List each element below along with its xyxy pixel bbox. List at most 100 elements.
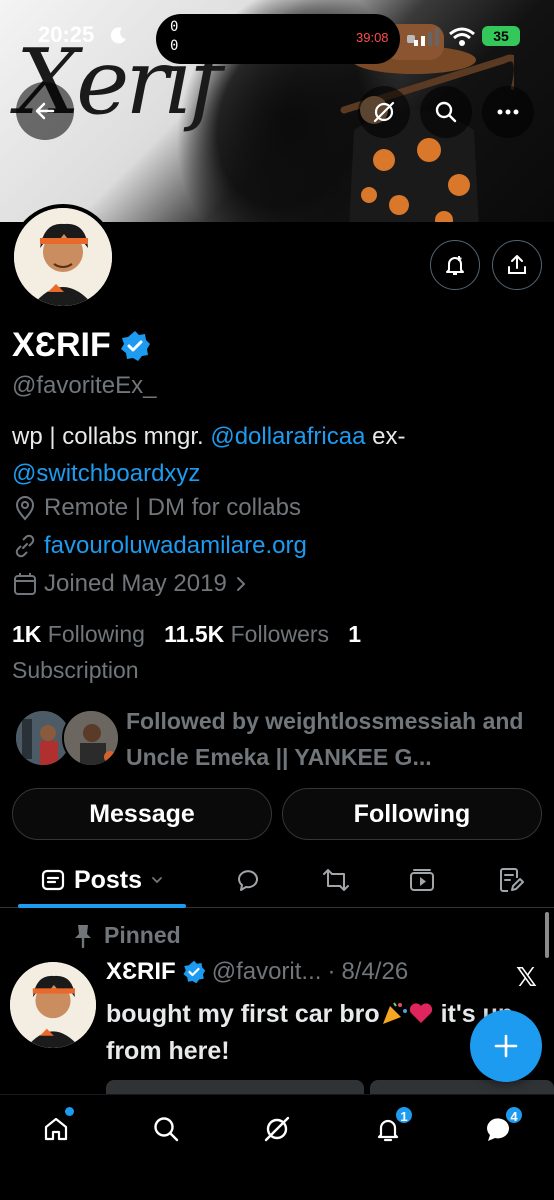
moon-icon xyxy=(110,27,126,44)
website-row: favouroluwadamilare.org xyxy=(12,532,307,560)
website-link[interactable]: favouroluwadamilare.org xyxy=(44,532,307,560)
wifi-icon xyxy=(449,27,475,46)
cellular-signal-icon xyxy=(414,28,439,46)
tab-articles[interactable] xyxy=(488,852,532,908)
following-stat[interactable]: 1K Following xyxy=(12,621,145,647)
joined-row[interactable]: Joined May 2019 xyxy=(12,570,249,598)
post-author-handle: @favorit... xyxy=(211,958,322,985)
nav-grok[interactable] xyxy=(257,1109,297,1149)
scrollbar[interactable] xyxy=(545,912,549,958)
followers-stat[interactable]: 11.5K Followers xyxy=(164,621,329,647)
search-icon xyxy=(154,1117,179,1142)
tab-reposts[interactable] xyxy=(314,852,358,908)
post-header: XƐRIF @favorit... · 8/4/26 xyxy=(106,958,408,986)
location-text: Remote | DM for collabs xyxy=(44,494,301,521)
followers-label: Followers xyxy=(230,621,330,647)
profile-avatar[interactable] xyxy=(10,204,116,310)
subscription-count: 1 xyxy=(348,621,362,647)
followers-count: 11.5K xyxy=(164,621,225,647)
display-name: XƐRIF xyxy=(12,326,111,364)
post-text-part-1: bought my first car bro xyxy=(106,1000,380,1028)
more-dots-icon xyxy=(497,109,519,115)
followed-by-text: Followed by weightlossmessiah and Uncle … xyxy=(126,708,524,770)
nav-messages[interactable]: 4 xyxy=(478,1105,524,1149)
more-options-button[interactable] xyxy=(482,86,534,138)
nav-notifications[interactable]: 1 xyxy=(368,1105,414,1149)
video-icon xyxy=(410,869,434,891)
plus-icon xyxy=(494,1034,518,1058)
post-date[interactable]: 8/4/26 xyxy=(341,958,408,986)
follower-avatar-2-image xyxy=(64,711,118,765)
profile-bio: wp | collabs mngr. @dollarafricaa ex- @s… xyxy=(12,418,532,492)
red-heart-icon xyxy=(409,1003,432,1023)
island-timer: 39:08 xyxy=(356,30,389,45)
post-separator: · xyxy=(327,958,336,985)
reply-bubble-icon xyxy=(238,870,258,891)
profile-stats: 1K Following 11.5K Followers 1 Subscripti… xyxy=(12,616,532,688)
post-author-name[interactable]: XƐRIF xyxy=(106,958,176,986)
share-icon xyxy=(508,255,526,274)
bio-mention-switchboardxyz[interactable]: @switchboardxyz xyxy=(12,460,200,487)
bio-text-ex: ex- xyxy=(365,423,406,450)
following-count: 1K xyxy=(12,621,42,647)
display-name-row: XƐRIF xyxy=(12,326,151,365)
link-icon xyxy=(15,534,35,558)
nav-search[interactable] xyxy=(146,1109,186,1149)
following-button[interactable]: Following xyxy=(282,788,542,840)
pinned-label: Pinned xyxy=(104,922,181,948)
search-button[interactable] xyxy=(420,86,472,138)
pin-icon xyxy=(75,924,91,948)
home-unread-dot xyxy=(65,1107,74,1116)
calendar-icon xyxy=(14,573,36,595)
messages-badge: 4 xyxy=(504,1105,524,1125)
tab-posts[interactable]: Posts xyxy=(18,852,186,908)
chevron-down-icon xyxy=(152,877,162,884)
posts-icon xyxy=(41,869,65,891)
home-icon xyxy=(44,1117,68,1141)
post-media-1[interactable] xyxy=(106,1080,364,1094)
tab-replies[interactable] xyxy=(226,852,270,908)
profile-tabs: Posts xyxy=(0,852,554,908)
grok-icon xyxy=(264,1116,290,1142)
location-pin-icon xyxy=(15,496,35,521)
bottom-navigation: 1 4 xyxy=(0,1094,554,1200)
post-text[interactable]: bought my first car bro it's up from her… xyxy=(106,996,526,1070)
x-logo-icon: 𝕏 xyxy=(516,962,537,992)
location-row: Remote | DM for collabs xyxy=(12,494,301,522)
island-line-2: 0 xyxy=(170,38,179,54)
subscription-label: Subscription xyxy=(12,657,139,683)
search-icon xyxy=(435,101,457,123)
bio-mention-dollarafricaa[interactable]: @dollarafricaa xyxy=(210,423,365,450)
notifications-subscribe-button[interactable] xyxy=(430,240,480,290)
tab-active-indicator xyxy=(18,904,186,908)
nav-home[interactable] xyxy=(36,1107,76,1149)
bell-plus-icon xyxy=(446,256,464,275)
island-line-1: 0 xyxy=(170,19,179,35)
grok-icon xyxy=(373,101,395,123)
post-media-2[interactable] xyxy=(370,1080,554,1094)
pinned-indicator: Pinned xyxy=(72,922,181,949)
verified-badge-icon[interactable] xyxy=(119,330,151,362)
share-button[interactable] xyxy=(492,240,542,290)
message-button[interactable]: Message xyxy=(12,788,272,840)
back-button[interactable] xyxy=(16,82,74,140)
grok-button[interactable] xyxy=(358,86,410,138)
party-popper-icon xyxy=(382,1002,407,1024)
follower-avatar-2 xyxy=(62,709,120,767)
bio-text: wp | collabs mngr. xyxy=(12,423,211,450)
compose-post-button[interactable] xyxy=(470,1010,542,1082)
article-edit-icon xyxy=(500,868,524,892)
repost-icon xyxy=(323,869,349,891)
tab-posts-label: Posts xyxy=(73,865,143,894)
notifications-badge: 1 xyxy=(394,1105,414,1125)
post-verified-badge-icon xyxy=(183,960,205,984)
dynamic-island[interactable]: 0 0 39:08 xyxy=(156,14,415,64)
profile-handle: @favoriteEx_ xyxy=(12,372,157,399)
battery-indicator: 35 xyxy=(482,26,520,46)
status-bar: 20:25 0 0 39:08 35 xyxy=(0,0,554,72)
tab-media[interactable] xyxy=(400,852,444,908)
avatar-illustration xyxy=(14,208,112,306)
chevron-right-icon xyxy=(236,577,246,591)
joined-text: Joined May 2019 xyxy=(44,570,227,597)
post-author-avatar[interactable] xyxy=(10,962,96,1048)
